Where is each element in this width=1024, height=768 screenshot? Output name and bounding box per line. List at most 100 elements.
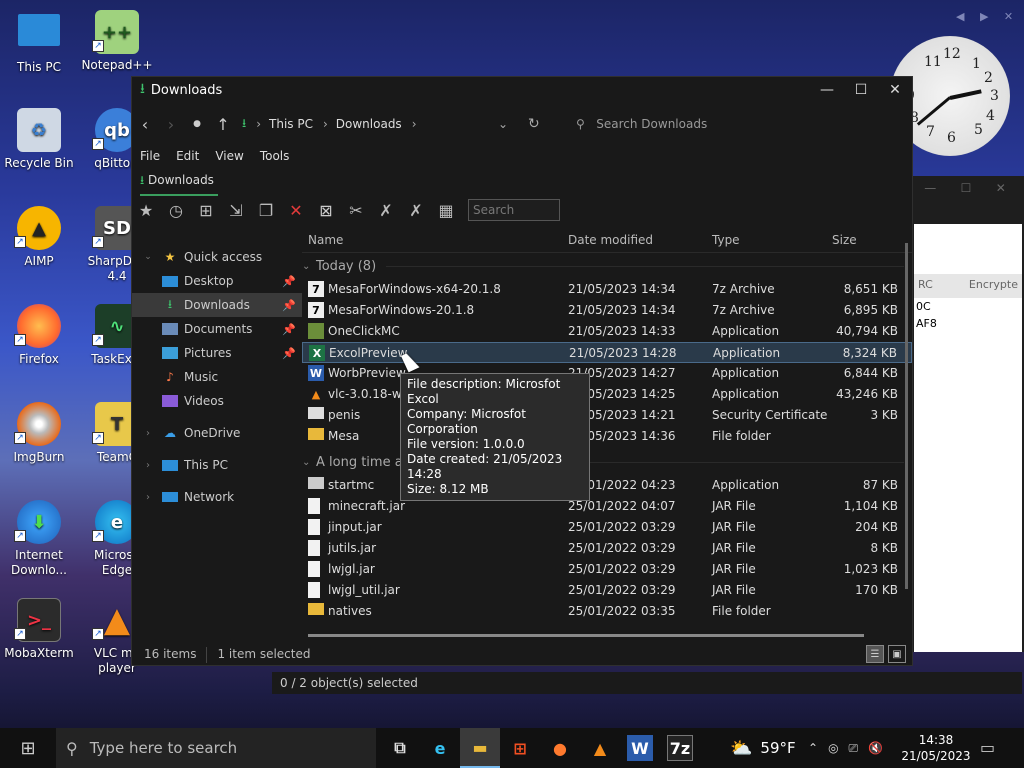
back-button[interactable]: ‹	[132, 115, 158, 134]
taskbar-vlc-icon[interactable]: ▲	[580, 728, 620, 768]
maximize-button[interactable]: ☐	[844, 77, 878, 103]
desktop-icon-idm[interactable]: ⬇ ↗ Internet Downlo...	[0, 500, 78, 578]
desktop-icon-imgburn[interactable]: ↗ ImgBurn	[0, 402, 78, 465]
cut-icon[interactable]: ✂	[344, 198, 368, 222]
file-row-hovered[interactable]: X ExcolPreview 21/05/2023 14:28 Applicat…	[302, 342, 912, 363]
nav-onedrive[interactable]: › ☁ OneDrive	[132, 421, 302, 445]
move-to-icon[interactable]: ⇲	[224, 198, 248, 222]
collapse-caret-icon[interactable]: ⌄	[302, 457, 316, 468]
search-box[interactable]: ⚲ Search Downloads	[576, 117, 707, 131]
minimize-button[interactable]: —	[810, 77, 844, 103]
collapse-caret-icon[interactable]: ⌄	[302, 261, 316, 272]
recent-locations-icon[interactable]: ●	[184, 119, 210, 129]
favorites-star-icon[interactable]: ★	[134, 198, 158, 222]
taskbar-clock[interactable]: 14:38 21/05/2023	[900, 732, 972, 764]
taskbar-word-icon[interactable]: W	[627, 735, 653, 761]
start-button[interactable]: ⊞	[0, 728, 56, 768]
nav-quick-access[interactable]: ⌄ ★ Quick access	[132, 245, 302, 269]
file-row[interactable]: startmc 25/01/2022 04:23 Application 87 …	[302, 475, 912, 496]
up-button[interactable]: ↑	[210, 115, 236, 134]
menu-file[interactable]: File	[140, 149, 160, 163]
column-date[interactable]: Date modified	[568, 233, 653, 247]
file-row[interactable]: penis 21/05/2023 14:21 Security Certific…	[302, 405, 912, 426]
desktop-icon-notepad-plus-plus[interactable]: ++ ↗ Notepad++	[78, 10, 156, 73]
refresh-icon[interactable]: ↻	[528, 116, 540, 132]
breadcrumb-downloads[interactable]: Downloads	[336, 117, 402, 131]
nav-this-pc[interactable]: › This PC	[132, 453, 302, 477]
nav-item-downloads[interactable]: ⭳ Downloads 📌	[132, 293, 302, 317]
file-row[interactable]: natives 25/01/2022 03:35 File folder	[302, 601, 912, 622]
tray-camera-icon[interactable]: ◎	[828, 741, 838, 755]
history-clock-icon[interactable]: ◷	[164, 198, 188, 222]
desktop-icon-mobaxterm[interactable]: >_ ↗ MobaXterm	[0, 598, 78, 661]
desktop-icon-this-pc[interactable]: This PC	[0, 10, 78, 75]
tray-volume-muted-icon[interactable]: 🔇	[868, 741, 883, 755]
file-row[interactable]: ▲ vlc-3.0.18-win 21/05/2023 14:25 Applic…	[302, 384, 912, 405]
file-row[interactable]: lwjgl.jar 25/01/2022 03:29 JAR File 1,02…	[302, 559, 912, 580]
copy-to-icon[interactable]: ❐	[254, 198, 278, 222]
file-row[interactable]: minecraft.jar 25/01/2022 04:07 JAR File …	[302, 496, 912, 517]
file-row[interactable]: OneClickMC 21/05/2023 14:33 Application …	[302, 321, 912, 342]
title-bar[interactable]: ⭳ Downloads	[132, 77, 912, 103]
desktop-icon-recycle-bin[interactable]: ♻ Recycle Bin	[0, 108, 78, 171]
taskbar-edge-icon[interactable]: e	[420, 728, 460, 768]
details-view-icon[interactable]: ☰	[866, 645, 884, 663]
large-icons-view-icon[interactable]: ▣	[888, 645, 906, 663]
nav-item-videos[interactable]: Videos	[132, 389, 302, 413]
toolbar-search-input[interactable]: Search	[468, 199, 560, 221]
column-size[interactable]: Size	[832, 233, 857, 247]
weather-widget[interactable]: ⛅ 59°F	[730, 728, 796, 768]
group-header-today[interactable]: ⌄ Today (8)	[302, 253, 912, 279]
taskbar-store-icon[interactable]: ⊞	[500, 728, 540, 768]
nav-item-pictures[interactable]: Pictures 📌	[132, 341, 302, 365]
horizontal-scrollbar[interactable]	[308, 634, 864, 637]
column-type[interactable]: Type	[712, 233, 740, 247]
chevron-right-icon[interactable]: ›	[412, 117, 417, 131]
address-dropdown-icon[interactable]: ⌄	[498, 117, 508, 131]
nav-network[interactable]: › Network	[132, 485, 302, 509]
close-button[interactable]: ✕	[878, 77, 912, 103]
tray-overflow-icon[interactable]: ⌃	[808, 741, 818, 755]
chevron-right-icon[interactable]: ›	[256, 117, 261, 131]
redo-icon[interactable]: ✗	[404, 198, 428, 222]
desktop-icon-aimp[interactable]: ▲ ↗ AIMP	[0, 206, 78, 269]
file-row[interactable]: Mesa 21/05/2023 14:36 File folder	[302, 426, 912, 447]
tray-network-icon[interactable]: ⎚	[849, 741, 859, 756]
taskbar-file-explorer-icon[interactable]: ▬	[460, 728, 500, 768]
expand-caret-icon[interactable]: ›	[140, 489, 156, 505]
delete-icon[interactable]: ✕	[284, 198, 308, 222]
file-row[interactable]: 7 MesaForWindows-x64-20.1.8 21/05/2023 1…	[302, 279, 912, 300]
expand-caret-icon[interactable]: ›	[140, 425, 156, 441]
nav-item-documents[interactable]: Documents 📌	[132, 317, 302, 341]
windows-flag-icon[interactable]: ⊞	[194, 198, 218, 222]
column-name[interactable]: Name	[308, 233, 343, 247]
file-row[interactable]: 7 MesaForWindows-20.1.8 21/05/2023 14:34…	[302, 300, 912, 321]
breadcrumb-this-pc[interactable]: This PC	[269, 117, 313, 131]
file-row[interactable]: W WorbPreview 21/05/2023 14:27 Applicati…	[302, 363, 912, 384]
nav-item-desktop[interactable]: Desktop 📌	[132, 269, 302, 293]
nav-item-music[interactable]: ♪ Music	[132, 365, 302, 389]
gadget-nav[interactable]: ◀ ▶ ✕	[956, 10, 1019, 23]
taskbar-7zip-icon[interactable]: 7z	[667, 735, 693, 761]
undo-icon[interactable]: ✗	[374, 198, 398, 222]
chevron-right-icon[interactable]: ›	[323, 117, 328, 131]
expand-caret-icon[interactable]: ⌄	[140, 249, 156, 265]
menu-tools[interactable]: Tools	[260, 149, 290, 163]
delete-permanently-icon[interactable]: ⊠	[314, 198, 338, 222]
vertical-scrollbar[interactable]	[905, 243, 908, 589]
group-header-long-ago[interactable]: ⌄ A long time ago (8)	[302, 449, 912, 475]
taskbar-search[interactable]: ⚲ Type here to search	[56, 728, 376, 768]
notification-icon[interactable]: ▭	[980, 738, 995, 757]
menu-edit[interactable]: Edit	[176, 149, 199, 163]
file-row[interactable]: lwjgl_util.jar 25/01/2022 03:29 JAR File…	[302, 580, 912, 601]
file-row[interactable]: jinput.jar 25/01/2022 03:29 JAR File 204…	[302, 517, 912, 538]
tab-downloads[interactable]: ⭳ Downloads	[140, 171, 218, 196]
desktop-icon-firefox[interactable]: ↗ Firefox	[0, 304, 78, 367]
taskbar-firefox-icon[interactable]: ●	[540, 728, 580, 768]
forward-button[interactable]: ›	[158, 115, 184, 134]
task-view-icon[interactable]: ⧉	[380, 728, 420, 768]
menu-view[interactable]: View	[215, 149, 243, 163]
expand-caret-icon[interactable]: ›	[140, 457, 156, 473]
view-layout-icon[interactable]: ▦	[434, 198, 458, 222]
file-row[interactable]: jutils.jar 25/01/2022 03:29 JAR File 8 K…	[302, 538, 912, 559]
